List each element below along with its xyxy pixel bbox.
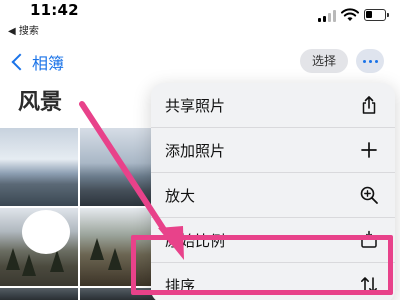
back-to-app-link[interactable]: ◀ 搜索 xyxy=(8,22,39,37)
photo-thumbnail[interactable] xyxy=(0,288,78,300)
album-title: 风景 xyxy=(18,90,63,115)
menu-item-add-photos[interactable]: 添加照片 xyxy=(151,128,395,172)
menu-item-label: 放大 xyxy=(165,187,196,205)
select-button[interactable]: 选择 xyxy=(300,49,348,73)
wifi-icon xyxy=(341,8,359,21)
cellular-signal-icon xyxy=(318,10,336,22)
zoom-in-icon xyxy=(360,186,378,204)
back-button-label: 相簿 xyxy=(32,54,65,73)
plus-icon xyxy=(361,142,377,158)
redaction-blob xyxy=(22,210,70,254)
photo-thumbnail[interactable] xyxy=(0,128,78,206)
menu-item-zoom-in[interactable]: 放大 xyxy=(151,173,395,217)
share-icon xyxy=(362,96,376,114)
ellipsis-icon xyxy=(362,59,366,63)
photo-thumbnail[interactable] xyxy=(80,128,158,206)
annotation-highlight-box xyxy=(131,235,393,295)
status-time: 11:42 xyxy=(30,1,79,19)
status-bar: 11:42 ◀ 搜索 xyxy=(0,0,400,37)
back-button[interactable]: 相簿 xyxy=(10,50,64,74)
more-options-button[interactable] xyxy=(356,49,384,73)
menu-item-label: 共享照片 xyxy=(165,97,226,115)
menu-item-label: 添加照片 xyxy=(165,142,226,160)
battery-icon xyxy=(364,9,389,21)
menu-item-share-photos[interactable]: 共享照片 xyxy=(151,83,395,127)
chevron-left-icon xyxy=(11,53,29,71)
